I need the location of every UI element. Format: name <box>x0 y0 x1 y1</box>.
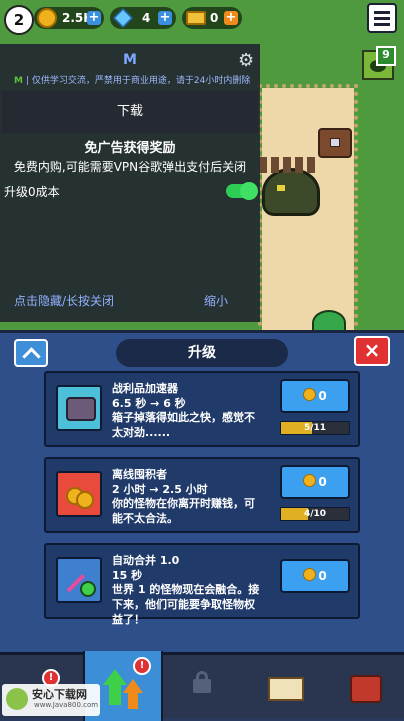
gem-plus-button[interactable]: + <box>158 11 172 25</box>
treasure-chest-icon <box>56 385 102 431</box>
hamburger-icon <box>374 11 390 14</box>
gold-counter: 2.5K + <box>34 7 104 29</box>
monster-spiky[interactable] <box>259 157 320 216</box>
mod-menu-title: M <box>123 52 137 68</box>
upgrade-rate: 15 秒 <box>112 569 143 582</box>
watermark-logo-icon <box>6 688 28 710</box>
mod-notice: M | 仅供学习交流，严禁用于商业用途，请于24小时内删除 <box>14 73 250 86</box>
upgrade-free-toggle[interactable] <box>226 182 258 200</box>
shop-icon <box>350 675 382 703</box>
mod-adfree-label[interactable]: 免广告获得奖励 <box>0 137 260 156</box>
hamburger-line <box>374 17 390 20</box>
player-level-badge[interactable]: 2 <box>4 5 34 35</box>
gem-counter: 4 + <box>110 7 176 29</box>
mod-shrink-button[interactable]: 缩小 <box>204 292 228 309</box>
upgrade-description: 世界 1 的怪物现在会融合。接下来，他们可能要争取怪物权益了！ <box>112 583 260 626</box>
upgrade-progress-text: 4/10 <box>303 509 327 519</box>
watermark-name: 安心下载网 <box>32 688 87 701</box>
leaf-badge-count: 9 <box>376 46 396 66</box>
upgrade-name: 离线囤积者 <box>112 468 167 481</box>
watermark-url: www.Java800.com <box>34 701 99 709</box>
ticket-icon <box>186 11 206 25</box>
upgrade-card: 战利品加速器 6.5 秒 → 6 秒 箱子掉落得如此之快，感觉不太对劲.....… <box>44 371 360 447</box>
upgrade-cost: 0 <box>318 569 327 583</box>
quest-tab[interactable] <box>244 655 324 718</box>
buy-upgrade-button[interactable]: 0 <box>280 465 350 499</box>
mod-notice-text: | 仅供学习交流，严禁用于商业用途，请于24小时内删除 <box>25 76 251 86</box>
buy-upgrade-button[interactable]: 0 <box>280 559 350 593</box>
gold-plus-button[interactable]: + <box>87 11 101 25</box>
menu-button[interactable] <box>367 3 397 33</box>
treasure-chest[interactable] <box>318 128 352 158</box>
hamburger-line <box>374 23 390 26</box>
ticket-value: 0 <box>210 11 219 25</box>
locked-tab[interactable] <box>162 655 242 718</box>
gem-value: 4 <box>142 11 151 25</box>
alert-badge: ! <box>133 657 151 675</box>
panel-title: 升级 <box>116 339 288 367</box>
coin-icon <box>303 568 317 581</box>
upgrade-progress-bar: 5/11 <box>280 421 350 435</box>
upgrade-name: 自动合并 1.0 <box>112 554 180 567</box>
coin-stack-icon <box>56 471 102 517</box>
upgrade-panel: 升级 × 战利品加速器 6.5 秒 → 6 秒 箱子掉落得如此之快，感觉不太对劲… <box>0 330 404 652</box>
upgrade-card: 自动合并 1.0 15 秒 世界 1 的怪物现在会融合。接下来，他们可能要争取怪… <box>44 543 360 626</box>
chevron-up-icon[interactable] <box>14 339 48 367</box>
leaf-badge[interactable]: 9 <box>362 46 396 80</box>
upgrade-free-label: 升级0成本 <box>4 185 60 199</box>
upgrade-progress-text: 5/11 <box>303 423 327 433</box>
lock-icon <box>193 679 211 693</box>
gem-icon <box>112 7 134 29</box>
mod-download-button[interactable]: 下载 <box>2 91 258 133</box>
ticket-plus-button[interactable]: + <box>224 11 238 25</box>
gold-coin-icon <box>37 8 57 28</box>
close-button[interactable]: × <box>354 336 390 366</box>
upgrade-name: 战利品加速器 <box>112 382 178 395</box>
upgrade-rate: 2 小时 → 2.5 小时 <box>112 483 208 496</box>
book-icon <box>268 677 304 701</box>
site-watermark: 安心下载网 www.Java800.com <box>2 684 100 716</box>
upgrade-card: 离线囤积者 2 小时 → 2.5 小时 你的怪物在你离开时赚钱，可能不太合法。 … <box>44 457 360 533</box>
upgrade-description: 箱子掉落得如此之快，感觉不太对劲...... <box>112 411 255 439</box>
top-bar: 2 2.5K + 4 + 0 + <box>0 0 404 36</box>
gear-icon[interactable]: ⚙ <box>238 52 256 70</box>
shop-tab[interactable] <box>324 655 404 718</box>
upgrade-rate: 6.5 秒 → 6 秒 <box>112 397 186 410</box>
coin-icon <box>303 388 317 401</box>
mod-hide-button[interactable]: 点击隐藏/长按关闭 <box>14 292 114 309</box>
mod-notice-prefix: M <box>14 76 23 86</box>
buy-upgrade-button[interactable]: 0 <box>280 379 350 413</box>
upgrade-description: 你的怪物在你离开时赚钱，可能不太合法。 <box>112 497 255 525</box>
toggle-knob <box>240 182 258 200</box>
upgrade-cost: 0 <box>318 475 327 489</box>
auto-merge-icon <box>56 557 102 603</box>
monster-blob[interactable] <box>312 310 346 330</box>
ticket-counter: 0 + <box>182 7 242 29</box>
coin-icon <box>303 474 317 487</box>
upgrade-progress-bar: 4/10 <box>280 507 350 521</box>
upgrade-cost: 0 <box>318 389 327 403</box>
mod-menu: M ⚙ M | 仅供学习交流，严禁用于商业用途，请于24小时内删除 下载 免广告获… <box>0 44 260 322</box>
mod-iap-label[interactable]: 免费内购,可能需要VPN谷歌弹出支付后关闭 <box>0 158 260 175</box>
